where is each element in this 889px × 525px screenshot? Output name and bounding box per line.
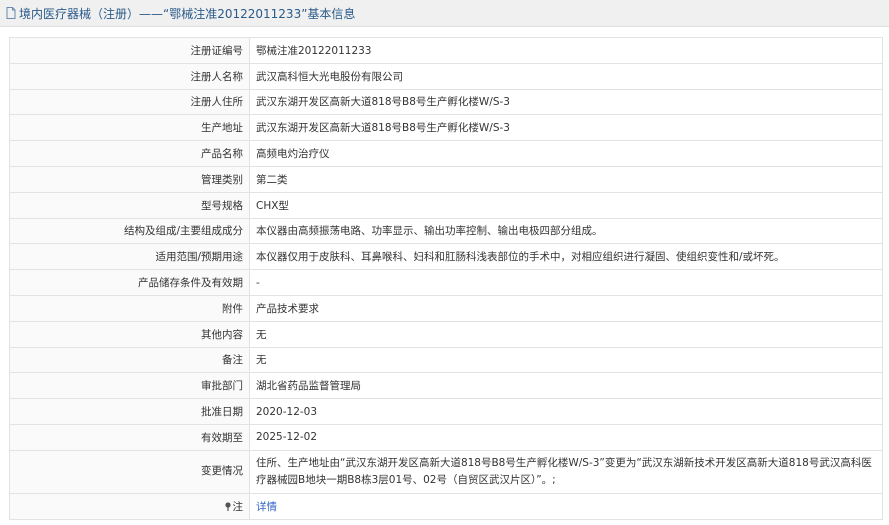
table-row: 产品储存条件及有效期 - bbox=[9, 269, 883, 296]
field-label: 附件 bbox=[9, 294, 250, 322]
table-row: 有效期至 2025-12-02 bbox=[9, 423, 883, 451]
field-value: 2020-12-03 bbox=[249, 398, 883, 425]
note-row: 注详情 bbox=[9, 492, 883, 520]
field-label: 其他内容 bbox=[9, 320, 250, 348]
table-row: 注册证编号 鄂械注准20122011233 bbox=[9, 37, 883, 64]
field-label: 有效期至 bbox=[9, 423, 250, 451]
field-value: CHX型 bbox=[249, 191, 883, 219]
field-value: 本仪器仅用于皮肤科、耳鼻喉科、妇科和肛肠科浅表部位的手术中，对相应组织进行凝固、… bbox=[249, 243, 883, 271]
field-value: 湖北省药品监督管理局 bbox=[249, 372, 883, 400]
table-row: 结构及组成/主要组成成分 本仪器由高频振荡电路、功率显示、输出功率控制、输出电极四… bbox=[9, 217, 883, 245]
table-row: 变更情况 住所、生产地址由“武汉东湖开发区高新大道818号B8号生产孵化楼W/S-… bbox=[9, 449, 883, 494]
field-value: 鄂械注准20122011233 bbox=[249, 37, 883, 64]
field-label: 型号规格 bbox=[9, 191, 250, 219]
table-row: 管理类别 第二类 bbox=[9, 165, 883, 193]
note-label: 注 bbox=[232, 500, 244, 513]
table-row: 其他内容无 bbox=[9, 320, 883, 348]
table-row: 批准日期 2020-12-03 bbox=[9, 398, 883, 425]
table-row: 产品名称 高频电灼治疗仪 bbox=[9, 140, 883, 167]
field-value: - bbox=[249, 269, 883, 296]
table-row: 注册人住所 武汉东湖开发区高新大道818号B8号生产孵化楼W/S-3 bbox=[9, 88, 883, 116]
field-value: 武汉高科恒大光电股份有限公司 bbox=[249, 62, 883, 90]
info-table: 注册证编号 鄂械注准20122011233 注册人名称 武汉高科恒大光电股份有限公司注… bbox=[9, 37, 883, 520]
field-value: 产品技术要求 bbox=[249, 294, 883, 322]
field-value: 住所、生产地址由“武汉东湖开发区高新大道818号B8号生产孵化楼W/S-3”变更… bbox=[249, 449, 883, 494]
field-label: 注册人住所 bbox=[9, 88, 250, 116]
table-row: 型号规格 CHX型 bbox=[9, 191, 883, 219]
field-label: 产品储存条件及有效期 bbox=[9, 269, 250, 296]
field-value: 武汉东湖开发区高新大道818号B8号生产孵化楼W/S-3 bbox=[249, 88, 883, 116]
field-value: 高频电灼治疗仪 bbox=[249, 140, 883, 167]
table-row: 生产地址 武汉东湖开发区高新大道818号B8号生产孵化楼W/S-3 bbox=[9, 114, 883, 142]
field-label: 注册证编号 bbox=[9, 37, 250, 64]
field-label: 变更情况 bbox=[9, 449, 250, 494]
field-value: 本仪器由高频振荡电路、功率显示、输出功率控制、输出电极四部分组成。 bbox=[249, 217, 883, 245]
table-row: 适用范围/预期用途 本仪器仅用于皮肤科、耳鼻喉科、妇科和肛肠科浅表部位的手术中，对… bbox=[9, 243, 883, 271]
note-label-cell: 注 bbox=[9, 492, 250, 520]
field-value: 无 bbox=[249, 346, 883, 374]
document-icon bbox=[6, 7, 16, 19]
field-label: 注册人名称 bbox=[9, 62, 250, 90]
field-label: 备注 bbox=[9, 346, 250, 374]
field-value: 第二类 bbox=[249, 165, 883, 193]
note-value-cell: 详情 bbox=[249, 492, 883, 520]
field-label: 生产地址 bbox=[9, 114, 250, 142]
field-label: 管理类别 bbox=[9, 165, 250, 193]
table-row: 附件 产品技术要求 bbox=[9, 294, 883, 322]
field-label: 适用范围/预期用途 bbox=[9, 243, 250, 271]
field-label: 结构及组成/主要组成成分 bbox=[9, 217, 250, 245]
details-link[interactable]: 详情 bbox=[256, 501, 277, 513]
field-label: 审批部门 bbox=[9, 372, 250, 400]
field-label: 产品名称 bbox=[9, 140, 250, 167]
page-title: 境内医疗器械（注册）——“鄂械注准20122011233”基本信息 bbox=[19, 6, 356, 21]
table-row: 审批部门 湖北省药品监督管理局 bbox=[9, 372, 883, 400]
field-value: 武汉东湖开发区高新大道818号B8号生产孵化楼W/S-3 bbox=[249, 114, 883, 142]
table-row: 备注无 bbox=[9, 346, 883, 374]
field-label: 批准日期 bbox=[9, 398, 250, 425]
table-row: 注册人名称 武汉高科恒大光电股份有限公司 bbox=[9, 62, 883, 90]
page-header: 境内医疗器械（注册）——“鄂械注准20122011233”基本信息 bbox=[0, 0, 889, 27]
field-value: 2025-12-02 bbox=[249, 423, 883, 451]
pin-icon bbox=[224, 502, 232, 511]
field-value: 无 bbox=[249, 320, 883, 348]
